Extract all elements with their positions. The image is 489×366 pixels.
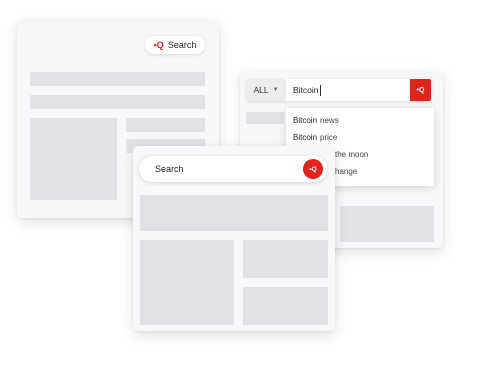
content-placeholder-image	[243, 287, 328, 325]
search-pill-label: Search	[167, 40, 197, 50]
content-placeholder-bar	[140, 195, 328, 231]
search-pill-button[interactable]: •Q Search	[145, 36, 205, 54]
front-browser-card: Search •Q	[133, 146, 335, 331]
search-submit-button[interactable]: •Q	[303, 159, 323, 179]
content-placeholder-image	[30, 118, 117, 200]
search-placeholder: Search	[155, 164, 184, 174]
content-placeholder-image	[243, 240, 328, 278]
search-bar: ALL ▼ Bitcoin •Q	[246, 79, 431, 101]
content-placeholder-bar	[246, 112, 284, 124]
search-input[interactable]: Bitcoin	[293, 85, 321, 97]
content-placeholder-image	[140, 240, 234, 325]
search-submit-button[interactable]: •Q	[410, 79, 431, 101]
suggestion-item[interactable]: the moon	[332, 150, 368, 159]
search-icon: •Q	[153, 40, 164, 50]
content-placeholder-bar	[30, 95, 205, 109]
search-input-value: Bitcoin	[293, 85, 319, 95]
category-select[interactable]: ALL ▼	[246, 79, 286, 101]
search-bar[interactable]: Search •Q	[139, 156, 327, 182]
text-caret	[319, 85, 321, 97]
content-placeholder-bar	[30, 72, 205, 86]
suggestion-item[interactable]: Bitcoin news	[293, 116, 339, 125]
category-select-value: ALL	[253, 85, 269, 95]
suggestion-item[interactable]: Bitcoin price	[293, 133, 337, 142]
content-placeholder-bar	[126, 118, 205, 132]
search-icon: •Q	[416, 86, 425, 94]
content-placeholder-image	[340, 206, 434, 242]
suggestion-item[interactable]: hange	[332, 167, 357, 176]
chevron-down-icon: ▼	[272, 87, 279, 93]
search-icon: •Q	[309, 165, 317, 173]
